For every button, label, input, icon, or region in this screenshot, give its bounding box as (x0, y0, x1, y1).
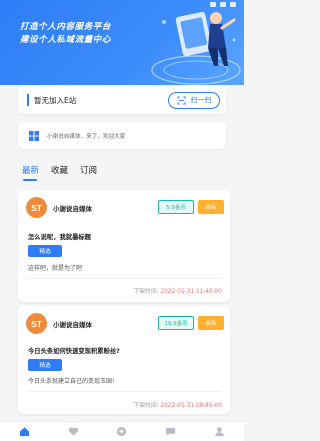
scan-button[interactable]: 扫一扫 (168, 91, 220, 109)
post-question: 怎么说呢，我就暴标题 (28, 234, 91, 241)
expiry-value: 2022-01-31 11:45:00 (160, 289, 222, 295)
price-badge: 19.9金币 (158, 316, 194, 330)
post-card[interactable]: ST 小谢说自媒体 19.9金币 自有 今日头条如何快速变现积累粉丝? 精选 今… (18, 306, 230, 414)
nav-profile[interactable] (213, 425, 227, 439)
tab-subscriptions[interactable]: 订阅 (80, 164, 97, 181)
hero-title-line2: 建设个人私域流量中心 (20, 35, 112, 45)
message-icon (166, 427, 176, 436)
nav-home[interactable] (17, 425, 31, 439)
hero-title: 打造个人内容服务平台 建设个人私域流量中心 (20, 21, 111, 47)
hero-banner: 打造个人内容服务平台 建设个人私域流量中心 (0, 0, 244, 85)
nav-add[interactable] (115, 425, 129, 439)
tab-latest[interactable]: 最新 (22, 164, 39, 181)
expiry-label: 下架时间: (133, 403, 159, 409)
post-description: 这样吧，就是为了吧 (28, 265, 83, 272)
hero-illustration (151, 11, 241, 85)
join-status-text: 暂无加入E站 (34, 95, 77, 105)
price-badge: 5.9金币 (158, 200, 194, 214)
expiry-label: 下架时间: (133, 289, 159, 295)
author-name: 小谢说自媒体 (53, 321, 92, 329)
scan-icon (176, 95, 186, 105)
add-icon (117, 426, 127, 437)
join-station-card: 暂无加入E站 扫一扫 (18, 86, 226, 114)
hero-title-line1: 打造个人内容服务平台 (20, 22, 112, 32)
expiry-time: 下架时间: 2022-01-31 11:45:00 (133, 286, 222, 295)
avatar: ST (26, 197, 47, 218)
status-badge: 自有 (198, 200, 224, 214)
profile-icon (215, 427, 224, 437)
nav-messages[interactable] (164, 425, 178, 439)
heart-icon (68, 427, 78, 436)
avatar: ST (26, 313, 47, 334)
expiry-time: 下架时间: 2022-01-31 09:45:00 (133, 400, 222, 409)
tag-button[interactable]: 精选 (28, 359, 62, 371)
content-tabs: 最新 收藏 订阅 (22, 164, 97, 181)
notice-bar[interactable]: 小谢说自媒体，来了。欢迎大家 (18, 122, 226, 149)
status-badge: 自有 (198, 316, 224, 330)
post-description: 今日头条就建立自己的变现玉国! (28, 378, 115, 385)
divider (26, 278, 222, 279)
post-question: 今日头条如何快速变现积累粉丝? (28, 348, 120, 355)
notice-text: 小谢说自媒体，来了。欢迎大家 (47, 133, 126, 140)
nav-favorites[interactable] (66, 425, 80, 439)
tab-favorites[interactable]: 收藏 (51, 164, 68, 181)
expiry-value: 2022-01-31 09:45:00 (160, 403, 222, 409)
post-card[interactable]: ST 小谢说自媒体 5.9金币 自有 怎么说呢，我就暴标题 精选 这样吧，就是为… (18, 190, 230, 302)
home-icon (19, 427, 29, 437)
tag-button[interactable]: 精选 (28, 245, 62, 257)
divider (26, 391, 222, 392)
scan-button-label: 扫一扫 (190, 96, 212, 104)
join-accent-bar (27, 94, 29, 106)
author-name: 小谢说自媒体 (53, 205, 92, 213)
windows-icon (29, 130, 39, 141)
bottom-nav (0, 421, 244, 441)
